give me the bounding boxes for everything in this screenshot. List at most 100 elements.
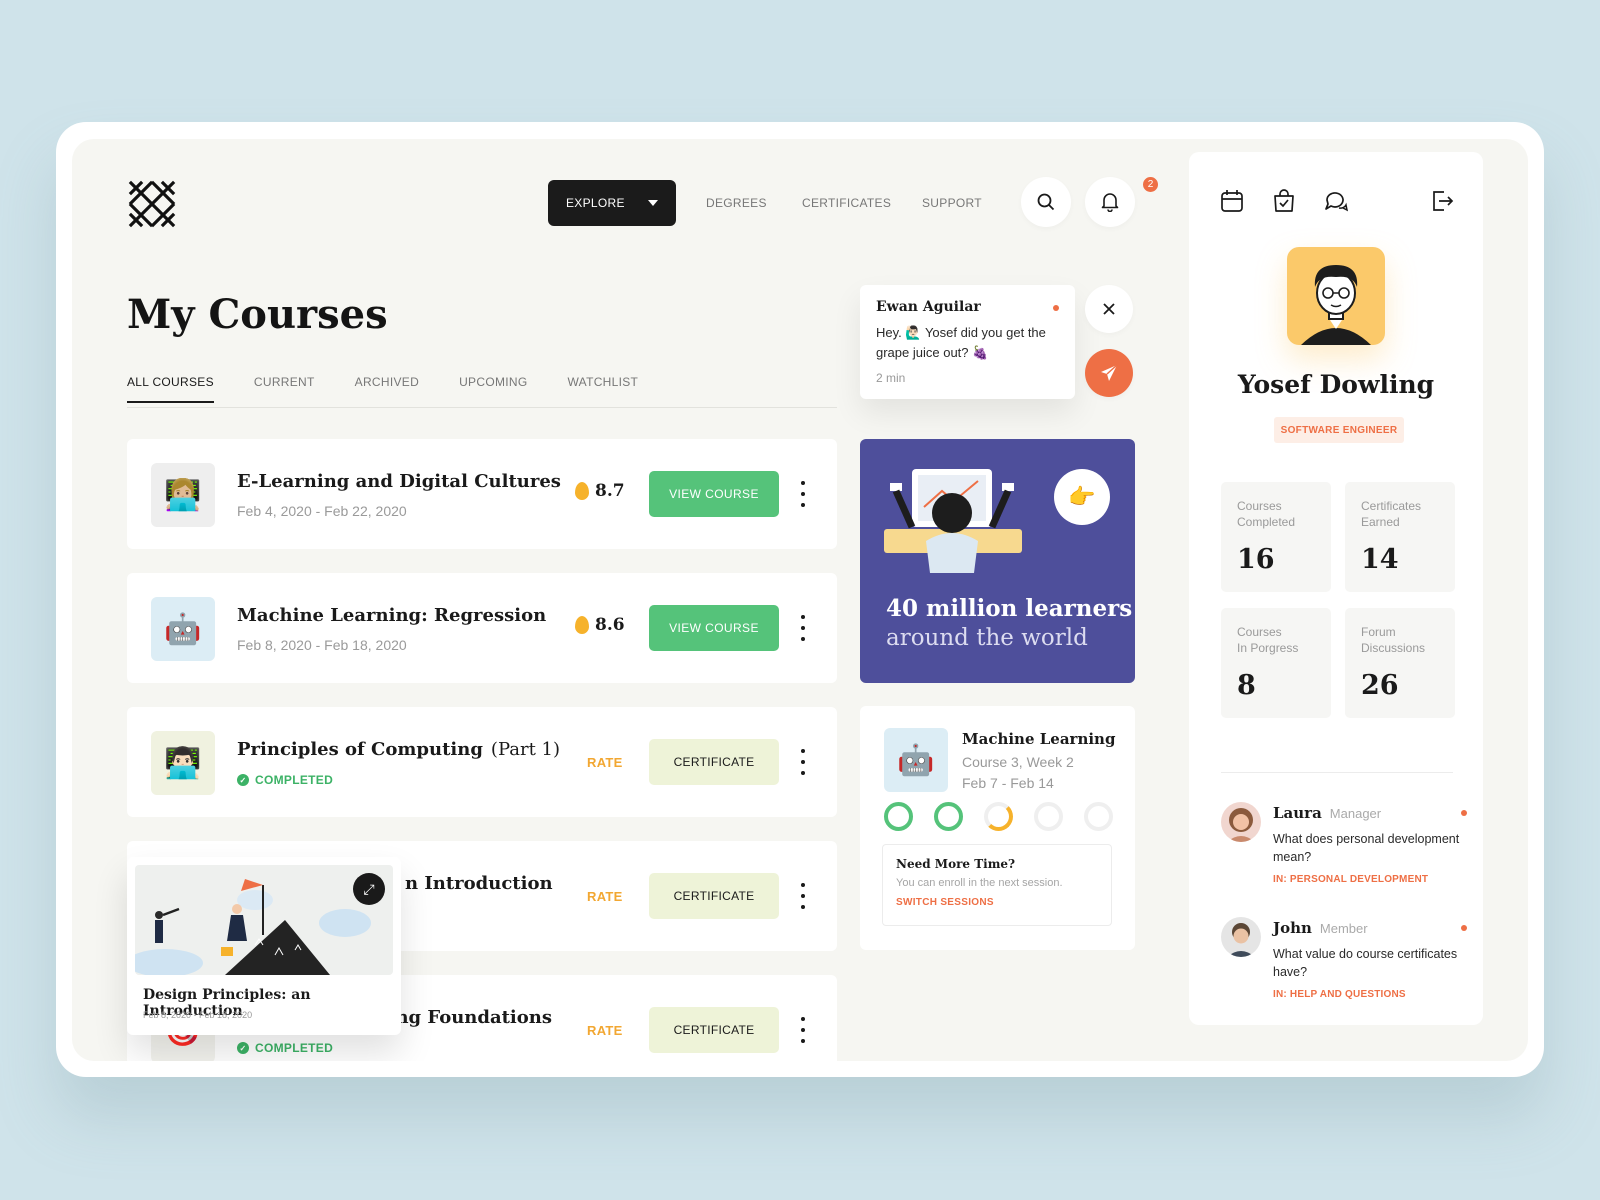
progress-ring: [884, 802, 913, 831]
expand-icon[interactable]: ⤢: [353, 873, 385, 905]
app-window: EXPLORE DEGREES CERTIFICATES SUPPORT 2 M…: [72, 139, 1528, 1061]
chat-notification[interactable]: Ewan Aguilar Hey. 🙋🏻‍♂️ Yosef did you ge…: [860, 285, 1075, 399]
switch-sessions-link[interactable]: SWITCH SESSIONS: [896, 897, 1098, 908]
stat-courses-completed: Courses Completed 16: [1221, 482, 1331, 592]
chevron-down-icon: [648, 200, 658, 206]
role-badge: SOFTWARE ENGINEER: [1274, 417, 1404, 443]
course-title[interactable]: Principles of Computing (Part 1): [237, 739, 560, 760]
page-title: My Courses: [127, 291, 388, 338]
stat-courses-in-progress: Courses In Porgress 8: [1221, 608, 1331, 718]
rate-button[interactable]: RATE: [587, 889, 623, 904]
course-week: Course 3, Week 2: [962, 754, 1074, 770]
tab-upcoming[interactable]: UPCOMING: [459, 375, 527, 403]
course-illustration: ⤢: [135, 865, 393, 975]
calendar-icon[interactable]: [1219, 188, 1245, 214]
nav-certificates[interactable]: CERTIFICATES: [802, 196, 891, 210]
chat-message: Hey. 🙋🏻‍♂️ Yosef did you get the grape j…: [876, 325, 1046, 360]
stat-value: 16: [1237, 544, 1275, 575]
nav-support[interactable]: SUPPORT: [922, 196, 982, 210]
rate-button[interactable]: RATE: [587, 755, 623, 770]
certificate-button[interactable]: CERTIFICATE: [649, 1007, 779, 1053]
course-title[interactable]: E-Learning and Digital Cultures: [237, 471, 561, 492]
more-options-icon[interactable]: [799, 615, 807, 641]
progress-ring: [984, 802, 1013, 831]
course-rating: 8.6: [575, 615, 625, 635]
rating-value: 8.6: [595, 615, 625, 635]
course-rating: 8.7: [575, 481, 625, 501]
course-title-text: Principles of Computing: [237, 739, 483, 760]
chat-sender: Ewan Aguilar: [876, 299, 981, 315]
tabs-divider: [127, 407, 837, 408]
explore-label: EXPLORE: [566, 196, 625, 210]
rate-button[interactable]: RATE: [587, 1023, 623, 1038]
forum-question: What does personal development mean?: [1273, 832, 1460, 864]
unread-dot: [1053, 305, 1059, 311]
promo-line-2: around the world: [886, 625, 1088, 651]
explore-dropdown[interactable]: EXPLORE: [548, 180, 676, 226]
progress-ring: [1034, 802, 1063, 831]
view-course-button[interactable]: VIEW COURSE: [649, 471, 779, 517]
completed-status: ✓ COMPLETED: [237, 1041, 333, 1055]
forum-question: What value do course certificates have?: [1273, 947, 1458, 979]
certificate-button[interactable]: CERTIFICATE: [649, 873, 779, 919]
learners-promo: 👉 40 million learners around the world: [860, 439, 1135, 683]
pointing-hand-icon[interactable]: 👉: [1054, 469, 1110, 525]
course-tabs: ALL COURSES CURRENT ARCHIVED UPCOMING WA…: [127, 375, 678, 403]
user-avatar-illustration: [1301, 265, 1371, 345]
progress-course-title[interactable]: Machine Learning: [962, 730, 1115, 748]
promo-line-1: 40 million learners: [886, 595, 1133, 622]
more-options-icon[interactable]: [799, 883, 807, 909]
search-icon: [1037, 193, 1055, 211]
send-icon: [1101, 364, 1118, 381]
forum-category[interactable]: IN: HELP AND QUESTIONS: [1273, 989, 1406, 1000]
course-title[interactable]: Machine Learning: Regression: [237, 605, 546, 626]
notification-badge: 2: [1141, 175, 1160, 194]
send-reply-button[interactable]: [1085, 349, 1133, 397]
stat-label: Certificates Earned: [1361, 499, 1422, 529]
close-chat-button[interactable]: [1085, 285, 1133, 333]
stat-label: Courses Completed: [1237, 499, 1296, 529]
course-progress-card: 🤖 Machine Learning Course 3, Week 2 Feb …: [860, 706, 1135, 950]
status-label: COMPLETED: [255, 1041, 334, 1055]
notifications-button[interactable]: [1085, 177, 1135, 227]
preview-date: Feb 8, 2020 - Feb 18, 2020: [143, 1010, 253, 1020]
nav-degrees[interactable]: DEGREES: [706, 196, 767, 210]
panel-divider: [1221, 772, 1453, 773]
course-card: 👨🏻‍💻 Principles of Computing (Part 1) ✓ CO…: [127, 707, 837, 817]
tab-all-courses[interactable]: ALL COURSES: [127, 375, 214, 403]
need-time-title: Need More Time?: [896, 857, 1016, 871]
view-course-button[interactable]: VIEW COURSE: [649, 605, 779, 651]
check-icon: ✓: [237, 1042, 249, 1054]
more-options-icon[interactable]: [799, 481, 807, 507]
search-button[interactable]: [1021, 177, 1071, 227]
more-options-icon[interactable]: [799, 1017, 807, 1043]
tab-watchlist[interactable]: WATCHLIST: [567, 375, 638, 403]
certificate-button[interactable]: CERTIFICATE: [649, 739, 779, 785]
stat-label: Forum Discussions: [1361, 625, 1426, 655]
chat-icon[interactable]: [1323, 188, 1349, 214]
course-part: (Part 1): [490, 739, 561, 760]
avatar[interactable]: [1287, 247, 1385, 345]
flame-icon: [575, 482, 589, 500]
course-date: Feb 8, 2020 - Feb 18, 2020: [237, 637, 407, 653]
logout-icon[interactable]: [1429, 188, 1455, 214]
logo-icon[interactable]: [127, 179, 177, 229]
tab-archived[interactable]: ARCHIVED: [355, 375, 419, 403]
learner-illustration: [884, 469, 1022, 573]
course-preview-card[interactable]: ⤢ Design Principles: an Introduction Feb…: [127, 857, 401, 1035]
stat-forum-discussions: Forum Discussions 26: [1345, 608, 1455, 718]
need-more-time-box: Need More Time? You can enroll in the ne…: [882, 844, 1112, 926]
bell-icon: [1101, 193, 1119, 212]
unread-dot: [1461, 810, 1467, 816]
completed-status: ✓ COMPLETED: [237, 773, 333, 787]
avatar: [1221, 802, 1261, 842]
course-thumbnail: 👨🏻‍💻: [151, 731, 215, 795]
bag-icon[interactable]: [1271, 188, 1297, 214]
forum-category[interactable]: IN: PERSONAL DEVELOPMENT: [1273, 874, 1428, 885]
tab-current[interactable]: CURRENT: [254, 375, 315, 403]
course-title[interactable]: n Introduction: [405, 873, 553, 894]
stat-label: Courses In Porgress: [1237, 625, 1299, 655]
progress-ring: [1084, 802, 1113, 831]
more-options-icon[interactable]: [799, 749, 807, 775]
course-card: 🤖 Machine Learning: Regression Feb 8, 20…: [127, 573, 837, 683]
